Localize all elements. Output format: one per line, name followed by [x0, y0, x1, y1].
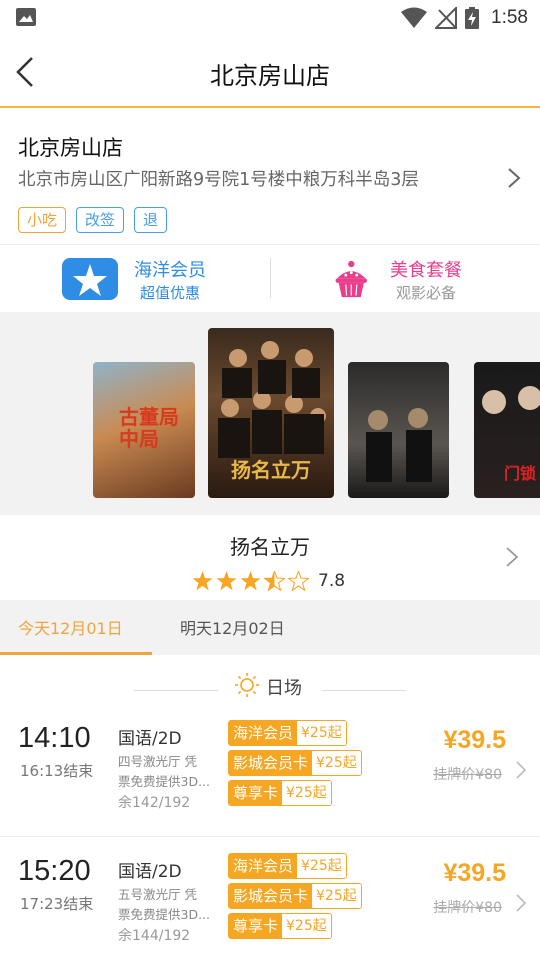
tab-tomorrow[interactable]: 明天12月02日 [180, 615, 285, 639]
member-card-price[interactable]: 海洋会员 ¥25起 [228, 853, 347, 879]
card-name: 影城会员卡 [229, 751, 313, 775]
star-full-icon [192, 571, 213, 591]
card-price: ¥25起 [297, 854, 346, 878]
card-price: ¥25起 [297, 721, 346, 745]
divider [270, 258, 271, 298]
cinema-name: 北京房山店 [18, 136, 123, 160]
clock: 1:58 [491, 7, 528, 28]
divider [322, 690, 406, 691]
hall-line: 票免费提供3D... [118, 774, 210, 789]
star-half-icon [264, 571, 285, 591]
session-price: ¥39.5 [443, 859, 506, 887]
movie-poster[interactable]: 古董局中局 [93, 362, 195, 498]
ocean-member-promo[interactable]: 海洋会员 超值优惠 [62, 254, 262, 304]
tag-snack: 小吃 [18, 207, 67, 233]
card-name: 尊享卡 [229, 781, 283, 805]
session-hall: 四号激光厅 凭 票免费提供3D... [118, 752, 216, 792]
chevron-right-icon[interactable] [504, 545, 520, 569]
hall-line: 票免费提供3D... [118, 907, 210, 922]
image-notification-icon [16, 8, 36, 26]
session-end-time: 17:23结束 [20, 895, 94, 913]
chevron-right-icon[interactable] [514, 760, 528, 780]
food-combo-promo[interactable]: 美食套餐 观影必备 [334, 254, 534, 304]
member-card-price[interactable]: 尊享卡 ¥25起 [228, 913, 332, 939]
sun-icon [235, 673, 259, 697]
session-language: 国语/2D [118, 862, 182, 882]
session-hall: 五号激光厅 凭 票免费提供3D... [118, 885, 216, 925]
session-section-header: 日场 [0, 668, 540, 704]
page-title: 北京房山店 [210, 62, 330, 90]
movie-poster[interactable]: 门锁 [474, 362, 540, 498]
movie-poster-selected[interactable]: 扬名立万 [208, 328, 334, 498]
cake-icon [335, 260, 367, 298]
card-name: 海洋会员 [229, 854, 298, 878]
promo-title: 美食套餐 [390, 260, 462, 281]
wifi-icon [401, 7, 428, 28]
section-label: 日场 [266, 678, 302, 699]
session-seats: 余142/192 [118, 795, 191, 811]
card-name: 尊享卡 [229, 914, 283, 938]
movie-score: 7.8 [318, 571, 346, 591]
cinema-tags: 小吃 改签 退 [18, 207, 168, 233]
session-price: ¥39.5 [443, 726, 506, 754]
movie-info[interactable]: 扬名立万 7.8 [0, 515, 540, 599]
member-card-price[interactable]: 影城会员卡 ¥25起 [228, 883, 362, 909]
poster-carousel[interactable]: 古董局中局 扬名立万 门锁 [0, 312, 540, 515]
card-price: ¥25起 [312, 751, 361, 775]
divider [134, 690, 218, 691]
star-full-icon [216, 571, 237, 591]
list-price: 挂牌价¥80 [433, 900, 502, 916]
tab-today[interactable]: 今天12月01日 [18, 615, 123, 639]
movie-poster[interactable] [348, 362, 449, 498]
date-tabs: 今天12月01日 明天12月02日 [0, 600, 540, 655]
poster-title: 门锁 [504, 464, 537, 483]
tag-refund: 退 [134, 207, 168, 233]
session-row[interactable]: 14:10 16:13结束 国语/2D 四号激光厅 凭 票免费提供3D... 余… [0, 712, 540, 837]
poster-title: 扬名立万 [231, 458, 311, 482]
tag-reschedule: 改签 [76, 207, 125, 233]
session-end-time: 16:13结束 [20, 762, 94, 780]
cinema-address: 北京市房山区广阳新路9号院1号楼中粮万科半岛3层 [18, 170, 419, 190]
session-language: 国语/2D [118, 729, 182, 749]
member-card-price[interactable]: 影城会员卡 ¥25起 [228, 750, 362, 776]
movie-title: 扬名立万 [230, 535, 310, 559]
star-card-icon [62, 258, 118, 300]
session-row[interactable]: 15:20 17:23结束 国语/2D 五号激光厅 凭 票免费提供3D... 余… [0, 845, 540, 960]
list-price: 挂牌价¥80 [433, 767, 502, 783]
status-bar: 1:58 [0, 0, 540, 36]
hall-line: 五号激光厅 凭 [118, 887, 197, 902]
hall-line: 四号激光厅 凭 [118, 754, 197, 769]
star-full-icon [240, 571, 261, 591]
member-card-price[interactable]: 尊享卡 ¥25起 [228, 780, 332, 806]
promo-subtitle: 超值优惠 [140, 284, 201, 302]
poster-figures [366, 408, 432, 482]
card-name: 海洋会员 [229, 721, 298, 745]
star-rating: 7.8 [192, 571, 345, 591]
chevron-right-icon[interactable] [514, 893, 528, 913]
star-empty-icon [288, 571, 309, 591]
session-start-time: 15:20 [18, 855, 91, 887]
card-price: ¥25起 [312, 884, 361, 908]
card-price: ¥25起 [282, 914, 331, 938]
member-card-price[interactable]: 海洋会员 ¥25起 [228, 720, 347, 746]
poster-title: 古董局中局 [119, 405, 179, 451]
chevron-right-icon[interactable] [506, 166, 522, 190]
active-tab-indicator [0, 652, 152, 655]
cinema-info[interactable]: 北京房山店 北京市房山区广阳新路9号院1号楼中粮万科半岛3层 小吃 改签 退 [0, 110, 540, 245]
card-price: ¥25起 [282, 781, 331, 805]
promo-subtitle: 观影必备 [396, 284, 457, 302]
battery-charging-icon [465, 7, 480, 29]
card-name: 影城会员卡 [229, 884, 313, 908]
app-bar: 北京房山店 [0, 36, 540, 108]
promo-bar: 海洋会员 超值优惠 美食套餐 观影必备 [0, 246, 540, 312]
no-signal-icon [435, 7, 458, 29]
session-seats: 余144/192 [118, 928, 191, 944]
session-start-time: 14:10 [18, 722, 91, 754]
promo-title: 海洋会员 [134, 260, 206, 281]
